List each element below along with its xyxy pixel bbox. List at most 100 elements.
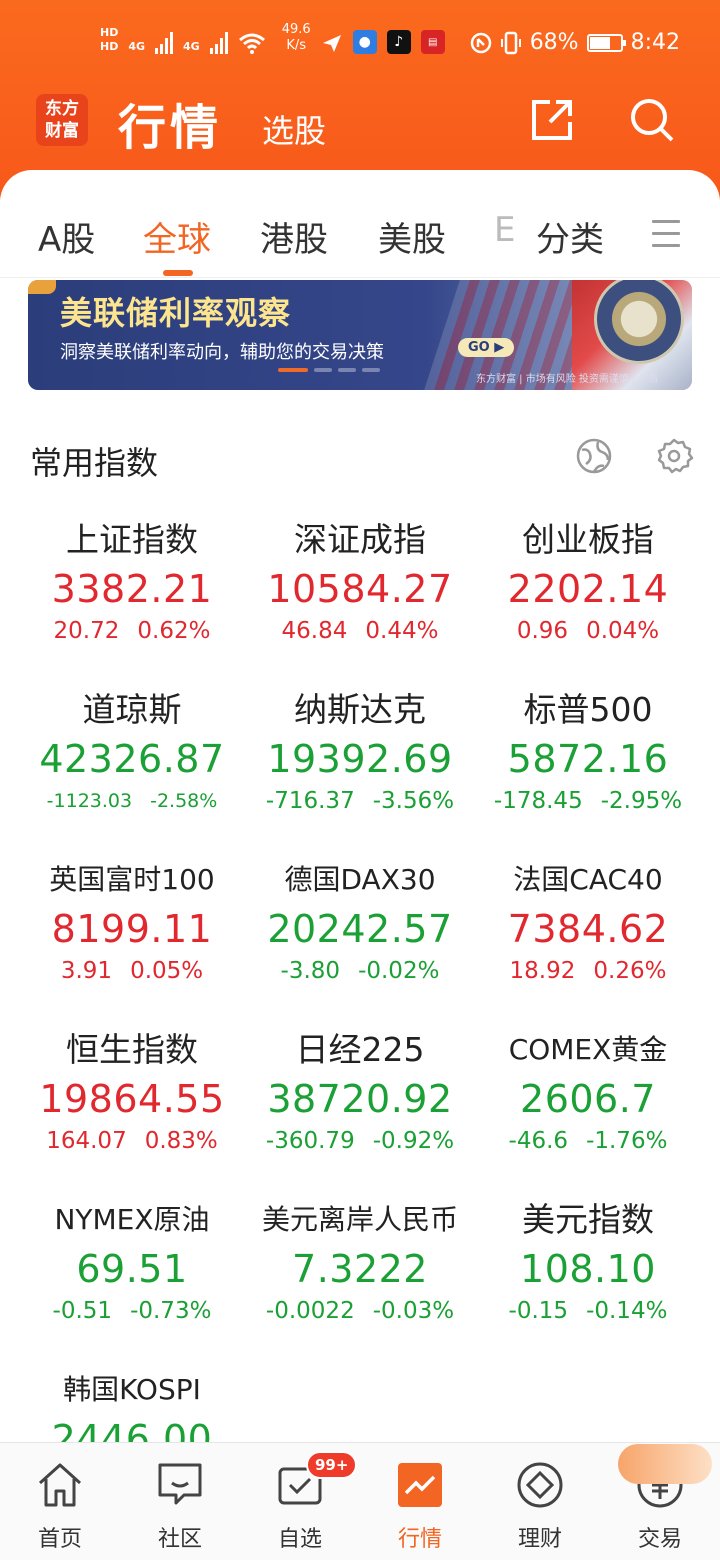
index-cell[interactable]: NYMEX原油 69.51 -0.51 -0.73% (18, 1200, 246, 1372)
banner-go-button[interactable]: GO ▶ (458, 338, 515, 357)
index-change: -46.6 (508, 1128, 569, 1154)
content-card: A股 全球 港股 美股 E 分类 美联储利率观察 洞察美联储利率动向，辅助您的交… (0, 170, 720, 1442)
index-price: 19864.55 (39, 1077, 225, 1121)
tab-global[interactable]: 全球 (143, 212, 211, 261)
status-right: 68% 8:42 (470, 30, 680, 55)
index-change-percent: 0.62% (137, 618, 211, 644)
index-change-row: -3.80 -0.02% (246, 956, 474, 986)
index-change-row: 46.84 0.44% (246, 616, 474, 646)
app-logo[interactable]: 东方 财富 (36, 94, 88, 146)
index-name: 恒生指数 (66, 1030, 198, 1069)
index-change: -178.45 (493, 788, 583, 814)
index-change: -1123.03 (46, 790, 133, 812)
index-cell[interactable]: 深证成指 10584.27 46.84 0.44% (246, 520, 474, 692)
index-price: 10584.27 (267, 567, 453, 611)
index-change-percent: -2.95% (600, 788, 683, 814)
index-change: -3.80 (280, 958, 341, 984)
index-price: 20242.57 (267, 907, 453, 951)
index-change-row: -0.15 -0.14% (474, 1296, 702, 1326)
globe-icon[interactable] (574, 436, 614, 476)
index-cell[interactable]: 标普500 5872.16 -178.45 -2.95% (474, 690, 702, 862)
index-cell[interactable]: 恒生指数 19864.55 164.07 0.83% (18, 1030, 246, 1202)
nav-market[interactable]: 行情 (370, 1459, 470, 1553)
stock-picker-link[interactable]: 选股 (262, 106, 326, 152)
clock: 8:42 (630, 30, 680, 55)
index-price: 7.3222 (292, 1247, 428, 1291)
share-icon[interactable] (528, 96, 576, 144)
index-change-row: -0.51 -0.73% (18, 1296, 246, 1326)
index-cell[interactable]: 纳斯达克 19392.69 -716.37 -3.56% (246, 690, 474, 862)
tiktok-app-icon: ♪ (386, 30, 411, 54)
index-change-percent: 0.26% (593, 958, 667, 984)
tab-menu-icon[interactable] (652, 220, 680, 256)
index-name: 英国富时100 (49, 863, 215, 896)
news-app-icon: ▤ (420, 30, 445, 54)
tab-category[interactable]: 分类 (536, 212, 604, 261)
floating-promo-pill[interactable] (618, 1444, 712, 1484)
tab-us-stocks[interactable]: 美股 (378, 212, 446, 261)
index-cell[interactable]: COMEX黄金 2606.7 -46.6 -1.76% (474, 1030, 702, 1202)
index-change-row: -178.45 -2.95% (474, 786, 702, 816)
tab-etf-partial[interactable]: E (494, 210, 526, 250)
index-change-percent: -0.02% (358, 958, 440, 984)
index-price: 2446.00 (51, 1417, 213, 1442)
index-cell[interactable]: 法国CAC40 7384.62 18.92 0.26% (474, 860, 702, 1032)
index-name: 韩国KOSPI (63, 1373, 201, 1406)
banner-pager (278, 368, 380, 372)
signal-bars-icon (155, 30, 174, 54)
index-change-row: -46.6 -1.76% (474, 1126, 702, 1156)
index-change: 0.96 (516, 618, 569, 644)
index-cell[interactable]: 德国DAX30 20242.57 -3.80 -0.02% (246, 860, 474, 1032)
index-cell[interactable]: 美元离岸人民币 7.3222 -0.0022 -0.03% (246, 1200, 474, 1372)
index-change: -716.37 (265, 788, 355, 814)
index-change-row: -0.0022 -0.03% (246, 1296, 474, 1326)
index-price: 3382.21 (51, 567, 213, 611)
status-bar: HD HD 4G 4G 49.6 K/s ● ♪ ▤ 68% 8:42 (0, 18, 720, 66)
wifi-icon (238, 33, 265, 54)
index-price: 38720.92 (267, 1077, 453, 1121)
index-name: 创业板指 (522, 520, 654, 559)
battery-icon (586, 33, 626, 52)
index-change: -0.15 (508, 1298, 569, 1324)
index-change-percent: -3.56% (372, 788, 455, 814)
market-tabs: A股 全球 港股 美股 E 分类 (0, 170, 720, 278)
index-change-percent: 0.44% (365, 618, 439, 644)
search-icon[interactable] (628, 96, 676, 144)
bottom-nav: 首页 社区 99+ 自选 行情 理财 交易 (0, 1442, 720, 1560)
index-name: 深证成指 (294, 520, 426, 559)
index-cell[interactable]: 美元指数 108.10 -0.15 -0.14% (474, 1200, 702, 1372)
index-change-row: 20.72 0.62% (18, 616, 246, 646)
index-cell[interactable]: 日经225 38720.92 -360.79 -0.92% (246, 1030, 474, 1202)
index-change-percent: -0.14% (586, 1298, 668, 1324)
index-price: 5872.16 (507, 737, 669, 781)
chart-icon (398, 1463, 442, 1507)
nav-community[interactable]: 社区 (130, 1459, 230, 1553)
index-change: 3.91 (60, 958, 113, 984)
nav-wealth[interactable]: 理财 (490, 1459, 590, 1553)
index-cell[interactable]: 韩国KOSPI 2446.00 (18, 1370, 246, 1442)
promo-banner[interactable]: 美联储利率观察 洞察美联储利率动向，辅助您的交易决策 GO ▶ 东方财富 | 市… (28, 280, 692, 390)
net-speed: 49.6 K/s (281, 22, 311, 53)
tab-a-shares[interactable]: A股 (38, 212, 95, 261)
network-type-2: 4G (183, 40, 200, 53)
index-name: 标普500 (523, 690, 653, 729)
index-cell[interactable]: 上证指数 3382.21 20.72 0.62% (18, 520, 246, 692)
index-change-row: -360.79 -0.92% (246, 1126, 474, 1156)
nav-home[interactable]: 首页 (10, 1459, 110, 1553)
page-title: 行情 (118, 100, 223, 156)
index-change-percent: -0.73% (130, 1298, 212, 1324)
index-cell[interactable]: 道琼斯 42326.87 -1123.03 -2.58% (18, 690, 246, 862)
index-change-percent: -0.03% (372, 1298, 455, 1324)
index-cell[interactable]: 英国富时100 8199.11 3.91 0.05% (18, 860, 246, 1032)
index-change: 20.72 (53, 618, 120, 644)
index-cell[interactable]: 创业板指 2202.14 0.96 0.04% (474, 520, 702, 692)
index-name: 美元离岸人民币 (261, 1203, 458, 1236)
index-name: 纳斯达克 (294, 690, 426, 729)
index-change: 46.84 (281, 618, 348, 644)
index-change-percent: 0.04% (586, 618, 660, 644)
settings-gear-icon[interactable] (654, 436, 694, 476)
index-change-percent: -0.92% (372, 1128, 455, 1154)
index-change: -0.51 (52, 1298, 113, 1324)
nav-watchlist[interactable]: 99+ 自选 (250, 1451, 358, 1553)
tab-hk-stocks[interactable]: 港股 (260, 212, 328, 261)
